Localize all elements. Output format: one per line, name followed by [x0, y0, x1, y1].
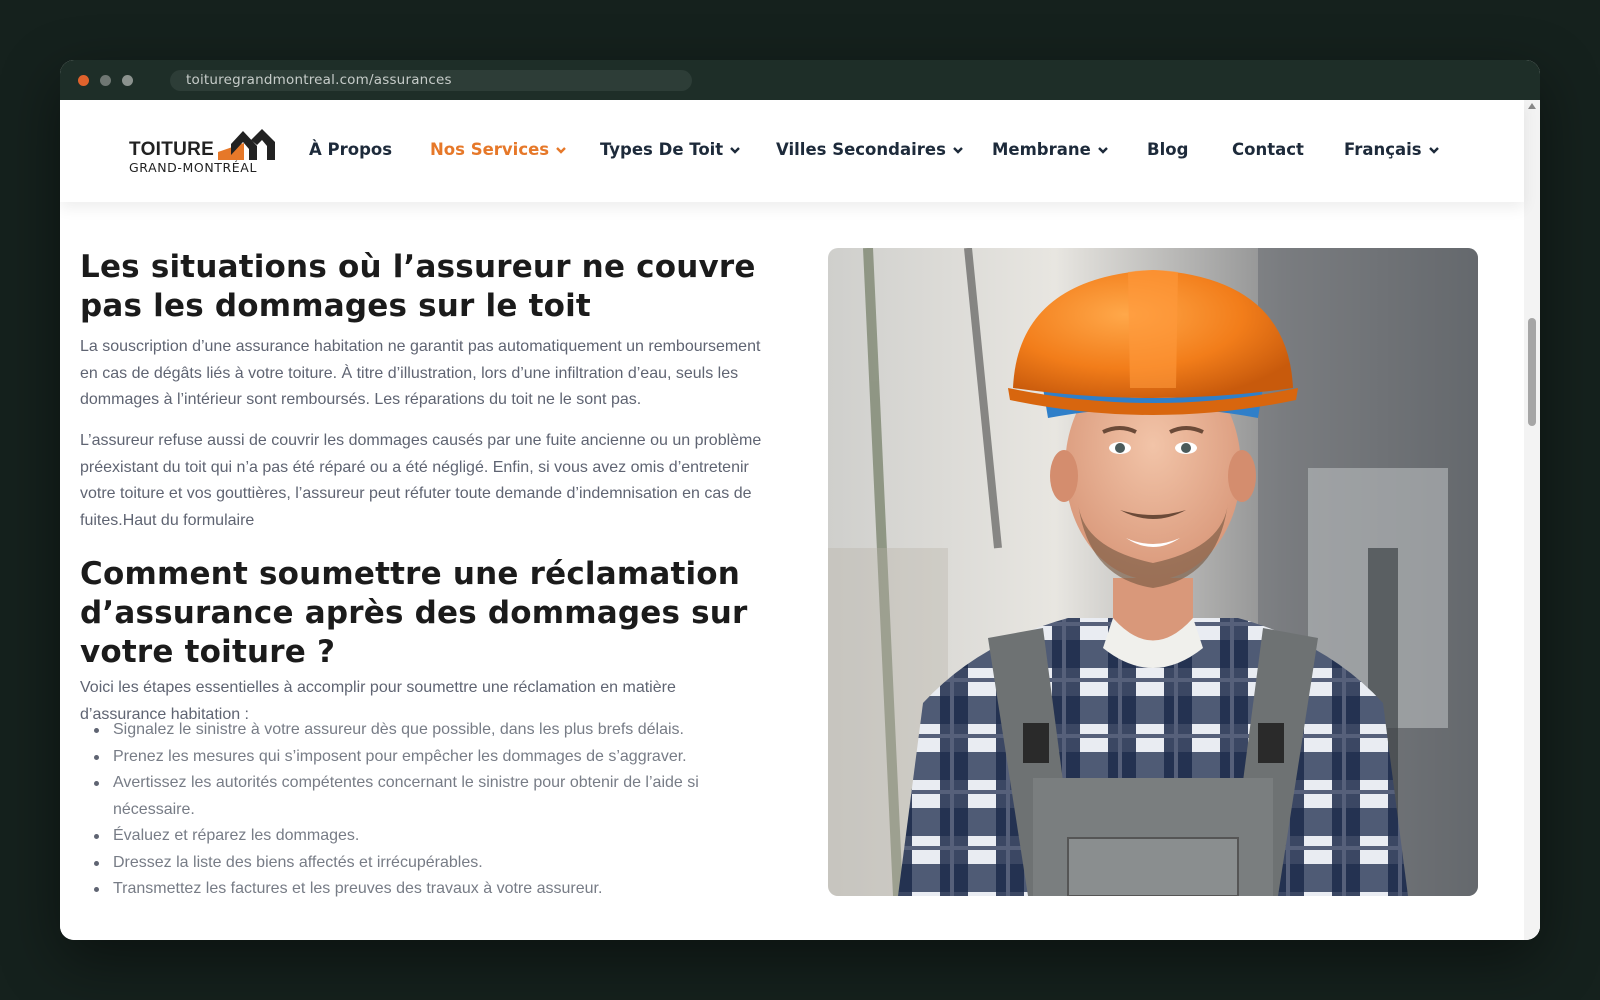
page-scrollbar[interactable]: [1524, 100, 1540, 940]
chevron-down-icon: [953, 146, 963, 154]
page-viewport: TOITURE GRAND-MONTRÉAL À Propos Nos Serv…: [60, 100, 1540, 940]
browser-window: toituregrandmontreal.com/assurances TOIT…: [60, 60, 1540, 940]
article-content: Les situations où l’assureur ne couvre p…: [60, 202, 1524, 940]
nav-label: À Propos: [309, 140, 393, 159]
nav-item-membrane[interactable]: Membrane: [992, 140, 1109, 159]
nav-item-nos-services[interactable]: Nos Services: [430, 140, 567, 159]
scrollbar-thumb[interactable]: [1528, 318, 1536, 426]
worker-photo-image: [828, 248, 1478, 896]
list-item: Prenez les mesures qui s’imposent pour e…: [80, 744, 740, 771]
nav-item-language[interactable]: Français: [1344, 140, 1440, 159]
nav-item-a-propos[interactable]: À Propos: [309, 140, 392, 159]
nav-item-villes-secondaires[interactable]: Villes Secondaires: [776, 140, 964, 159]
roof-logo-icon: [218, 129, 275, 160]
list-item: Signalez le sinistre à votre assureur dè…: [80, 717, 740, 744]
chevron-down-icon: [1097, 146, 1108, 154]
scroll-up-arrow-icon[interactable]: [1528, 103, 1536, 109]
chevron-down-icon: [730, 146, 741, 154]
nav-item-types-de-toit[interactable]: Types De Toit: [600, 140, 741, 159]
nav-label: Blog: [1147, 140, 1189, 159]
chevron-down-icon: [1428, 146, 1439, 154]
nav-label: Français: [1344, 140, 1422, 159]
section-heading-exclusions: Les situations où l’assureur ne couvre p…: [80, 249, 756, 324]
logo-wordmark: TOITURE: [129, 139, 215, 160]
nav-item-blog[interactable]: Blog: [1147, 140, 1188, 159]
nav-label: Types De Toit: [600, 140, 724, 159]
nav-label: Villes Secondaires: [776, 140, 946, 159]
nav-label: Nos Services: [430, 140, 550, 159]
close-window-button[interactable]: [78, 75, 89, 86]
nav-label: Membrane: [992, 140, 1091, 159]
site-header: TOITURE GRAND-MONTRÉAL À Propos Nos Serv…: [60, 100, 1524, 202]
section-heading-claim: Comment soumettre une réclamation d’assu…: [80, 556, 748, 670]
browser-titlebar: toituregrandmontreal.com/assurances: [60, 60, 1540, 100]
list-item: Dressez la liste des biens affectés et i…: [80, 850, 740, 877]
nav-label: Contact: [1232, 140, 1304, 159]
list-item: Avertissez les autorités compétentes con…: [80, 770, 740, 823]
address-bar[interactable]: toituregrandmontreal.com/assurances: [170, 70, 692, 91]
logo-subtitle: GRAND-MONTRÉAL: [129, 160, 258, 175]
chevron-down-icon: [556, 146, 566, 154]
list-item: Évaluez et réparez les dommages.: [80, 823, 740, 850]
maximize-window-button[interactable]: [122, 75, 133, 86]
paragraph-exclusions-1: La souscription d’une assurance habitati…: [80, 338, 761, 408]
site-logo[interactable]: TOITURE GRAND-MONTRÉAL: [129, 128, 277, 176]
list-item: Transmettez les factures et les preuves …: [80, 876, 740, 903]
paragraph-exclusions-2: L’assureur refuse aussi de couvrir les d…: [80, 432, 762, 529]
nav-item-contact[interactable]: Contact: [1232, 140, 1304, 159]
minimize-window-button[interactable]: [100, 75, 111, 86]
claim-steps-list: Signalez le sinistre à votre assureur dè…: [80, 717, 740, 903]
worker-photo: [828, 248, 1478, 896]
